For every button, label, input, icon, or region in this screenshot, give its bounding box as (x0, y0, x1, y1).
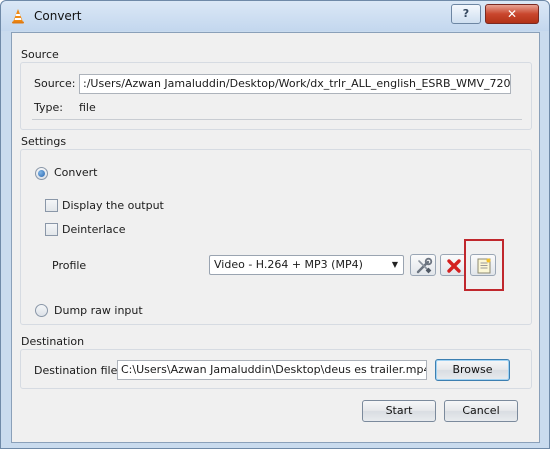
dialog-body: Source Source: :/Users/Azwan Jamaluddin/… (11, 32, 540, 443)
convert-radio[interactable] (35, 167, 48, 180)
dump-raw-label[interactable]: Dump raw input (54, 304, 143, 317)
convert-radio-dot (38, 170, 45, 177)
source-field[interactable]: :/Users/Azwan Jamaluddin/Desktop/Work/dx… (79, 74, 511, 94)
destination-group-label: Destination (19, 335, 87, 348)
convert-dialog: Convert ? ✕ Source Source: :/Users/Azwan… (0, 0, 550, 449)
source-divider (32, 119, 522, 120)
edit-profile-button[interactable] (410, 254, 436, 276)
deinterlace-checkbox[interactable] (45, 223, 58, 236)
start-button[interactable]: Start (362, 400, 436, 422)
profile-dropdown-value: Video - H.264 + MP3 (MP4) (214, 258, 363, 271)
source-group-label: Source (19, 48, 61, 61)
vlc-cone-icon (12, 9, 24, 24)
red-x-icon (447, 259, 461, 273)
dump-raw-radio[interactable] (35, 304, 48, 317)
title-bar: Convert ? ✕ (1, 1, 549, 31)
window-title: Convert (34, 9, 82, 23)
display-output-checkbox[interactable] (45, 199, 58, 212)
cancel-button[interactable]: Cancel (444, 400, 518, 422)
type-value: file (79, 101, 96, 114)
convert-label[interactable]: Convert (54, 166, 98, 179)
type-label: Type: (34, 101, 63, 114)
browse-button[interactable]: Browse (435, 359, 510, 381)
destination-file-field[interactable]: C:\Users\Azwan Jamaluddin\Desktop\deus e… (117, 360, 427, 380)
chevron-down-icon: ▼ (391, 260, 398, 269)
wrench-screwdriver-icon (416, 257, 433, 274)
profile-label: Profile (52, 259, 87, 272)
destination-file-label: Destination file: (34, 364, 122, 377)
source-label: Source: (34, 77, 76, 90)
settings-group-label: Settings (19, 135, 69, 148)
display-output-label[interactable]: Display the output (62, 199, 164, 212)
help-button[interactable]: ? (451, 4, 481, 24)
close-button[interactable]: ✕ (485, 4, 539, 24)
new-profile-highlight (464, 239, 504, 291)
delete-profile-button[interactable] (440, 254, 466, 276)
deinterlace-label[interactable]: Deinterlace (62, 223, 125, 236)
profile-dropdown[interactable]: Video - H.264 + MP3 (MP4) ▼ (209, 255, 404, 275)
